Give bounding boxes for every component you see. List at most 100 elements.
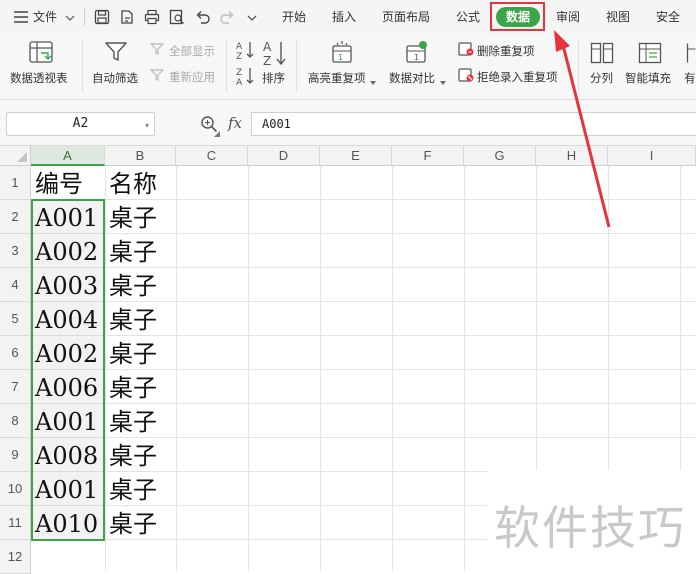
data-compare-button[interactable]: 数据对比 — [389, 70, 435, 86]
dropdown-arrow-icon[interactable] — [370, 74, 376, 88]
save-icon[interactable] — [94, 9, 110, 28]
remove-duplicates-button[interactable]: 删除重复项 — [477, 43, 535, 59]
tab-data[interactable]: 数据 — [496, 7, 540, 27]
column-header-b[interactable]: B — [105, 146, 176, 166]
cell-a3[interactable]: A002 — [31, 234, 98, 268]
row-header[interactable]: 12 — [0, 540, 31, 574]
row-header[interactable]: 2 — [0, 200, 31, 234]
redo-icon[interactable] — [220, 10, 235, 27]
filter-icon[interactable] — [104, 40, 128, 67]
svg-text:1: 1 — [338, 53, 343, 62]
cell-b9[interactable]: 桌子 — [105, 438, 157, 472]
row-header[interactable]: 10 — [0, 472, 31, 506]
undo-icon[interactable] — [195, 10, 210, 27]
column-header-d[interactable]: D — [248, 146, 320, 166]
show-all-button[interactable]: 全部显示 — [169, 43, 215, 59]
print-icon[interactable] — [144, 9, 160, 28]
row-header[interactable]: 6 — [0, 336, 31, 370]
row-header[interactable]: 1 — [0, 166, 31, 200]
sort-button[interactable]: 排序 — [262, 70, 285, 86]
svg-text:Z: Z — [236, 68, 242, 78]
pivot-table-button[interactable]: 数据透视表 — [10, 70, 68, 86]
smart-fill-button[interactable]: 智能填充 — [625, 70, 671, 86]
cell-a10[interactable]: A001 — [31, 472, 98, 506]
cell-a5[interactable]: A004 — [31, 302, 98, 336]
cell-a2[interactable]: A001 — [31, 200, 98, 234]
cell-a8[interactable]: A001 — [31, 404, 98, 438]
split-column-button[interactable]: 分列 — [590, 70, 613, 86]
row-header[interactable]: 9 — [0, 438, 31, 472]
menu-bar: 文件 开始 插入 页面布局 公式 数据 审阅 视图 安全 — [0, 0, 696, 34]
cell-a11[interactable]: A010 — [31, 506, 98, 540]
tab-formulas[interactable]: 公式 — [456, 8, 480, 26]
tab-insert[interactable]: 插入 — [332, 8, 356, 26]
row-header[interactable]: 5 — [0, 302, 31, 336]
file-menu[interactable]: 文件 — [33, 8, 57, 26]
cell-b7[interactable]: 桌子 — [105, 370, 157, 404]
reject-duplicates-button[interactable]: 拒绝录入重复项 — [477, 69, 558, 85]
export-pdf-icon[interactable] — [119, 9, 135, 28]
cell-b10[interactable]: 桌子 — [105, 472, 157, 506]
cell-a4[interactable]: A003 — [31, 268, 98, 302]
cell-b11[interactable]: 桌子 — [105, 506, 157, 540]
cell-b6[interactable]: 桌子 — [105, 336, 157, 370]
pivot-table-icon[interactable] — [28, 40, 54, 67]
split-column-icon[interactable] — [590, 42, 614, 67]
quick-access-dropdown-icon[interactable] — [247, 12, 257, 26]
cell-a6[interactable]: A002 — [31, 336, 98, 370]
cell-b5[interactable]: 桌子 — [105, 302, 157, 336]
data-compare-icon[interactable]: 1 — [404, 40, 430, 67]
name-box-dropdown-icon[interactable]: ▾ — [145, 121, 149, 130]
column-header-f[interactable]: F — [392, 146, 464, 166]
cell-a9[interactable]: A008 — [31, 438, 98, 472]
cell-b2[interactable]: 桌子 — [105, 200, 157, 234]
row-header[interactable]: 8 — [0, 404, 31, 438]
cell-b1[interactable]: 名称 — [105, 166, 157, 200]
dropdown-arrow-icon[interactable] — [440, 74, 446, 88]
resize-corner-icon — [214, 126, 220, 140]
cell-b3[interactable]: 桌子 — [105, 234, 157, 268]
svg-text:1: 1 — [414, 53, 419, 62]
cell-b4[interactable]: 桌子 — [105, 268, 157, 302]
ribbon-overflow-label[interactable]: 有 — [684, 70, 696, 86]
chevron-down-icon[interactable] — [65, 12, 75, 26]
reapply-button[interactable]: 重新应用 — [169, 69, 215, 85]
column-header-e[interactable]: E — [320, 146, 392, 166]
cell-a1[interactable]: 编号 — [31, 166, 83, 200]
svg-text:A: A — [236, 78, 243, 86]
reject-duplicates-icon[interactable] — [458, 68, 474, 85]
print-preview-icon[interactable] — [169, 9, 185, 28]
sort-custom-icon[interactable]: ZA — [236, 66, 256, 89]
highlight-duplicates-icon[interactable]: 1 — [329, 40, 355, 67]
insert-function-button[interactable]: fx — [228, 114, 242, 132]
tab-page-layout[interactable]: 页面布局 — [382, 8, 430, 26]
highlight-duplicates-button[interactable]: 高亮重复项 — [308, 70, 366, 86]
autofilter-button[interactable]: 自动筛选 — [92, 70, 138, 86]
tab-view[interactable]: 视图 — [606, 8, 630, 26]
svg-text:Z: Z — [236, 52, 242, 60]
column-header-a[interactable]: A — [31, 146, 105, 166]
row-header[interactable]: 7 — [0, 370, 31, 404]
smart-fill-icon[interactable] — [638, 42, 662, 67]
svg-text:A: A — [263, 40, 272, 54]
column-header-i[interactable]: I — [608, 146, 696, 166]
tab-home[interactable]: 开始 — [282, 8, 306, 26]
formula-input[interactable]: A001 — [251, 112, 696, 136]
column-header-c[interactable]: C — [176, 146, 248, 166]
cell-a7[interactable]: A006 — [31, 370, 98, 404]
cell-b8[interactable]: 桌子 — [105, 404, 157, 438]
tab-review[interactable]: 审阅 — [556, 8, 580, 26]
sort-descending-icon[interactable]: AZ — [262, 40, 290, 71]
row-header[interactable]: 3 — [0, 234, 31, 268]
hamburger-menu-icon[interactable] — [14, 11, 28, 23]
ribbon-overflow-icon[interactable] — [686, 42, 696, 67]
row-header[interactable]: 11 — [0, 506, 31, 540]
row-header[interactable]: 4 — [0, 268, 31, 302]
remove-duplicates-icon[interactable] — [458, 42, 474, 59]
name-box[interactable]: A2 — [6, 112, 155, 136]
sort-ascending-icon[interactable]: AZ — [236, 40, 256, 63]
svg-text:A: A — [236, 42, 243, 52]
column-header-g[interactable]: G — [464, 146, 536, 166]
tab-security[interactable]: 安全 — [656, 8, 680, 26]
column-header-h[interactable]: H — [536, 146, 608, 166]
